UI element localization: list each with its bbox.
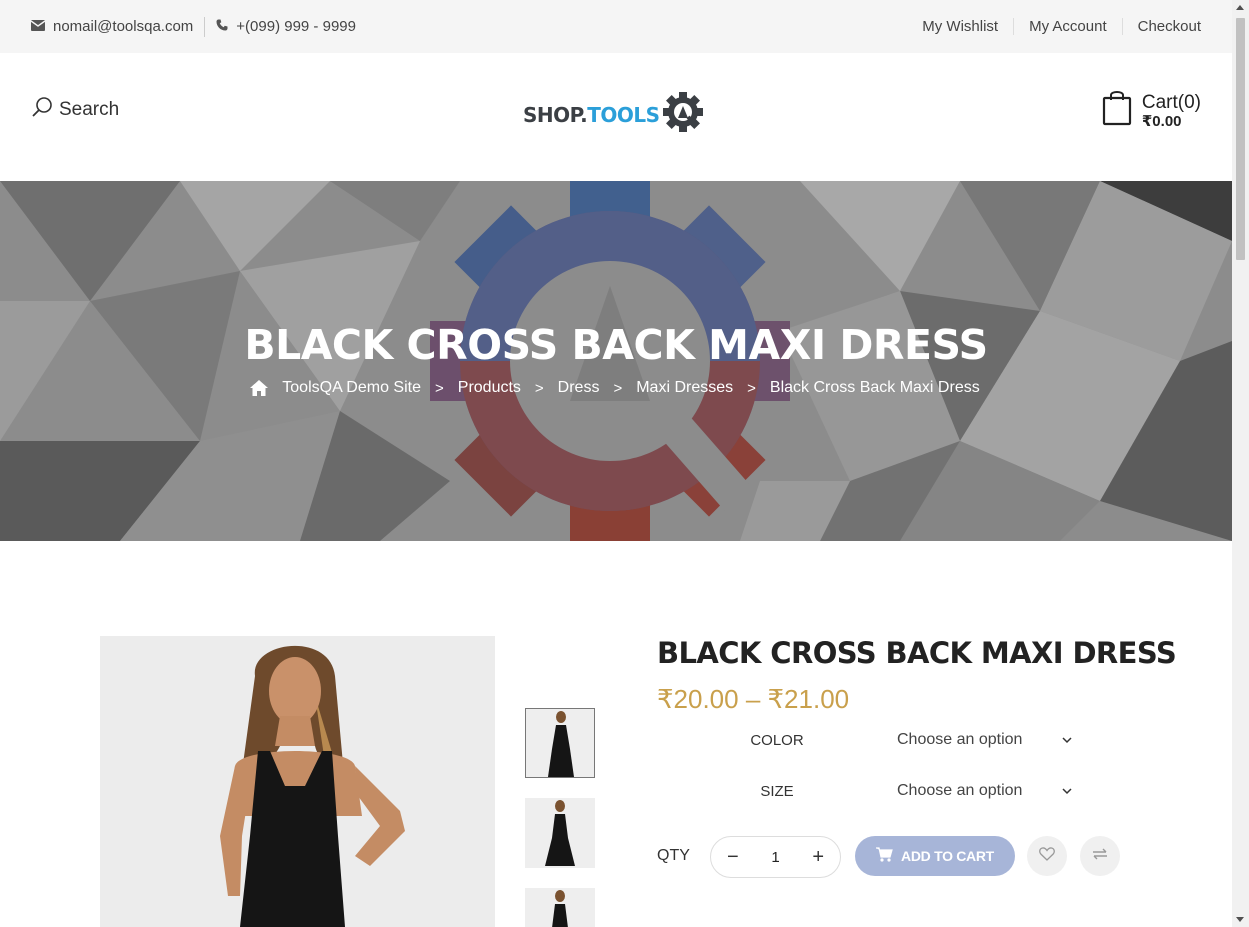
model-photo: [100, 636, 495, 927]
compare-arrows-icon: [1092, 847, 1108, 865]
search-button[interactable]: Search: [31, 96, 119, 124]
top-bar: nomail@toolsqa.com +(099) 999 - 9999 My …: [0, 0, 1232, 53]
cart-button[interactable]: Cart(0) ₹0.00: [1102, 90, 1201, 131]
cart-summary: Cart(0) ₹0.00: [1142, 93, 1201, 129]
quantity-stepper: − 1 +: [710, 836, 841, 878]
page-banner: BLACK CROSS BACK MAXI DRESS ToolsQA Demo…: [0, 181, 1232, 541]
product-price: ₹20.00 – ₹21.00: [657, 684, 850, 714]
divider: [204, 16, 206, 37]
breadcrumb-current: Black Cross Back Maxi Dress: [769, 379, 980, 396]
breadcrumb: ToolsQA Demo Site > Products > Dress > M…: [0, 379, 1232, 397]
breadcrumb-separator: >: [435, 379, 444, 397]
product-main-image[interactable]: [100, 636, 495, 927]
wishlist-button[interactable]: [1027, 836, 1067, 876]
breadcrumb-separator: >: [747, 379, 756, 397]
home-icon[interactable]: [250, 380, 269, 396]
checkout-link[interactable]: Checkout: [1121, 18, 1201, 35]
color-select[interactable]: Choose an option: [897, 731, 1072, 749]
chevron-down-icon: [1062, 731, 1072, 749]
size-label: SIZE: [760, 782, 794, 800]
contact-info: nomail@toolsqa.com +(099) 999 - 9999: [30, 0, 356, 53]
chevron-down-icon: [1062, 782, 1072, 800]
add-to-cart-label: ADD TO CART: [901, 848, 994, 864]
dress-thumbnail-icon: [526, 709, 594, 777]
add-to-cart-button[interactable]: ADD TO CART: [855, 836, 1015, 876]
qty-decrease-button[interactable]: −: [727, 847, 739, 867]
cart-count: Cart(0): [1141, 91, 1201, 113]
phone-text: +(099) 999 - 9999: [236, 18, 356, 35]
breadcrumb-dress[interactable]: Dress: [556, 379, 602, 397]
cart-icon: [876, 847, 893, 865]
gear-logo-icon: [662, 91, 704, 138]
product-thumbnail[interactable]: [525, 888, 595, 927]
scroll-down-arrow-icon[interactable]: [1236, 917, 1244, 922]
phone-contact[interactable]: +(099) 999 - 9999: [216, 18, 356, 35]
product-thumbnail[interactable]: [525, 708, 595, 778]
cart-total: ₹0.00: [1141, 112, 1182, 130]
breadcrumb-maxi-dresses[interactable]: Maxi Dresses: [634, 379, 735, 397]
compare-button[interactable]: [1080, 836, 1120, 876]
email-contact[interactable]: nomail@toolsqa.com: [30, 18, 194, 35]
heart-icon: [1039, 846, 1055, 866]
scroll-up-arrow-icon[interactable]: [1236, 5, 1244, 10]
qty-increase-button[interactable]: +: [812, 847, 824, 867]
logo-text: SHOP.TOOLS: [523, 102, 660, 127]
search-icon: [31, 96, 53, 124]
product-thumbnail[interactable]: [525, 798, 595, 868]
page-scrollbar[interactable]: [1232, 0, 1249, 927]
shopping-bag-icon: [1102, 90, 1132, 131]
envelope-icon: [30, 18, 46, 35]
my-account-link[interactable]: My Account: [1013, 18, 1122, 35]
scrollbar-thumb[interactable]: [1236, 18, 1245, 260]
dress-thumbnail-icon: [525, 888, 595, 927]
page-title: BLACK CROSS BACK MAXI DRESS: [244, 321, 988, 369]
product-title: BLACK CROSS BACK MAXI DRESS: [657, 636, 1177, 670]
breadcrumb-separator: >: [534, 379, 544, 397]
phone-icon: [216, 18, 228, 35]
color-option-row: COLOR Choose an option: [657, 720, 1097, 760]
size-select[interactable]: Choose an option: [897, 782, 1072, 800]
size-option-row: SIZE Choose an option: [657, 771, 1097, 811]
email-text: nomail@toolsqa.com: [53, 18, 194, 35]
qty-label: QTY: [657, 847, 690, 864]
dress-thumbnail-icon: [525, 798, 595, 868]
color-label: COLOR: [750, 731, 804, 749]
my-wishlist-link[interactable]: My Wishlist: [907, 18, 1013, 35]
qty-input[interactable]: 1: [771, 849, 779, 866]
account-links: My Wishlist My Account Checkout: [907, 0, 1201, 53]
breadcrumb-separator: >: [613, 379, 623, 397]
breadcrumb-products[interactable]: Products: [456, 379, 523, 397]
site-header: Search SHOP.TOOLS Cart(0) ₹0.00: [0, 53, 1232, 181]
breadcrumb-home[interactable]: ToolsQA Demo Site: [280, 379, 423, 397]
size-select-value: Choose an option: [897, 782, 1023, 799]
site-logo[interactable]: SHOP.TOOLS: [523, 91, 704, 138]
search-label: Search: [59, 99, 120, 120]
color-select-value: Choose an option: [897, 731, 1023, 748]
